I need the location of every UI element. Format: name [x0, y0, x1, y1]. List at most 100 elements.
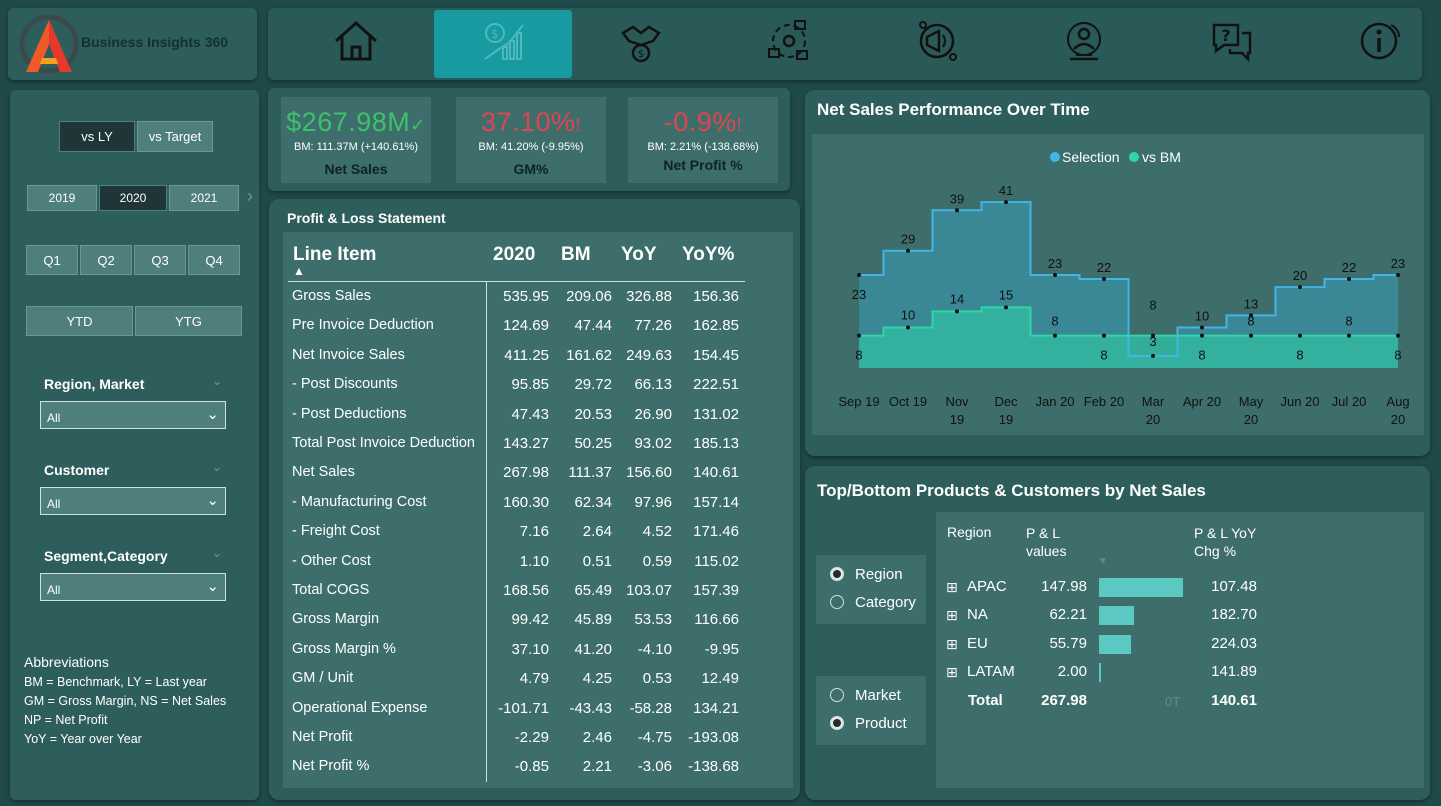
tb-row[interactable]: ⊞ LATAM 2.00 141.89	[936, 662, 1426, 691]
pl-row[interactable]: Net Profit -2.29 2.46 -4.75 -193.08	[283, 729, 793, 758]
pl-row[interactable]: - Other Cost 1.10 0.51 0.59 115.02	[283, 553, 793, 582]
finance-icon[interactable]: $	[476, 17, 530, 65]
benchmark-point	[955, 309, 959, 314]
tb-header-region[interactable]: Region	[947, 524, 991, 540]
tb-cell-chg: 182.70	[1211, 606, 1257, 624]
executive-icon[interactable]	[1057, 17, 1111, 65]
tb-header-chg[interactable]: P & L YoY Chg %	[1194, 524, 1256, 560]
pl-cell-bm: 20.53	[574, 405, 612, 423]
tb-cell-bar	[1099, 578, 1183, 597]
x-tick-label: Jun 20	[1280, 394, 1319, 409]
topbottom-title: Top/Bottom Products & Customers by Net S…	[817, 481, 1206, 500]
pl-row[interactable]: Net Profit % -0.85 2.21 -3.06 -138.68	[283, 758, 793, 787]
pl-row[interactable]: - Post Deductions 47.43 20.53 26.90 131.02	[283, 406, 793, 435]
expand-icon[interactable]: ⊞	[946, 636, 958, 653]
performance-chart[interactable]: 23 8 29 10 39 14 41 15 23 8 22 8 3 8 10 8 13 8 20 8 22 8 23 8 Se…	[812, 134, 1424, 435]
kpi-card-net-profit-pct[interactable]: -0.9%! BM: 2.21% (-138.68%) Net Profit %	[628, 97, 778, 183]
chevron-right-icon[interactable]: ›	[247, 186, 253, 207]
kpi-card-net-sales[interactable]: $267.98M✓ BM: 111.37M (+140.61%) Net Sal…	[281, 97, 431, 183]
selection-point	[906, 248, 910, 253]
marketing-icon[interactable]	[910, 17, 964, 65]
pl-cell-yoy-pct: 156.36	[693, 288, 739, 305]
radio-market[interactable]	[830, 688, 844, 702]
pl-row[interactable]: Total COGS 168.56 65.49 103.07 157.39	[283, 582, 793, 611]
radio-market-label[interactable]: Market	[855, 687, 901, 704]
tb-header-values[interactable]: P & L values	[1026, 524, 1066, 560]
sort-desc-icon[interactable]: ▼	[1098, 556, 1108, 567]
expand-icon[interactable]: ⊞	[946, 607, 958, 624]
pl-header-yoy-pct[interactable]: YoY%	[682, 244, 734, 266]
expand-icon[interactable]: ⊞	[946, 579, 958, 596]
vs-ly-button[interactable]: vs LY	[59, 121, 135, 152]
pl-header-year[interactable]: 2020	[493, 244, 535, 266]
region-filter-dropdown[interactable]: All ⌄	[40, 401, 226, 429]
radio-region-label[interactable]: Region	[855, 566, 903, 583]
segment-filter-dropdown[interactable]: All ⌄	[40, 573, 226, 601]
tb-cell-name: NA	[967, 606, 988, 624]
region-filter-chevron-icon[interactable]: ⌄	[212, 374, 222, 388]
pl-cell-line-item: Net Profit	[292, 729, 353, 745]
tb-cell-value: 62.21	[1049, 606, 1087, 624]
pl-row[interactable]: GM / Unit 4.79 4.25 0.53 12.49	[283, 670, 793, 699]
year-2020-button[interactable]: 2020	[99, 185, 167, 211]
pl-cell-yoy: 326.88	[626, 288, 672, 305]
pl-row[interactable]: Gross Sales 535.95 209.06 326.88 156.36	[283, 288, 793, 317]
sort-asc-icon[interactable]: ▲	[293, 264, 305, 278]
radio-region[interactable]	[830, 567, 844, 581]
pl-cell-yoy-pct: 154.45	[693, 346, 739, 364]
kpi-card-gm-pct[interactable]: 37.10%! BM: 41.20% (-9.95%) GM%	[456, 97, 606, 183]
sales-icon[interactable]: $	[614, 17, 668, 65]
segment-filter-chevron-icon[interactable]: ⌄	[212, 546, 222, 560]
quarter-q3-button[interactable]: Q3	[134, 245, 186, 275]
radio-product-label[interactable]: Product	[855, 715, 907, 732]
pl-cell-year: 4.79	[519, 670, 549, 688]
tb-row[interactable]: ⊞ APAC 147.98 107.48	[936, 578, 1426, 606]
pl-row[interactable]: Net Invoice Sales 411.25 161.62 249.63 154.4…	[283, 347, 793, 376]
pl-header-bm[interactable]: BM	[561, 244, 591, 266]
selection-point	[1396, 272, 1400, 277]
info-icon[interactable]	[1352, 17, 1406, 65]
selection-data-label: 23	[852, 287, 866, 302]
quarter-q2-button[interactable]: Q2	[80, 245, 132, 275]
expand-icon[interactable]: ⊞	[946, 664, 958, 681]
year-2021-button[interactable]: 2021	[169, 185, 239, 211]
benchmark-data-label: 10	[901, 308, 915, 323]
pl-cell-bm: 209.06	[566, 288, 612, 305]
pl-row[interactable]: Pre Invoice Deduction 124.69 47.44 77.26 162…	[283, 317, 793, 346]
pl-row[interactable]: Total Post Invoice Deduction 143.27 50.25 9…	[283, 435, 793, 464]
region-filter-value: All	[47, 411, 61, 425]
pl-header-line-item[interactable]: Line Item	[293, 244, 376, 266]
quarter-q4-button[interactable]: Q4	[188, 245, 240, 275]
ytd-button[interactable]: YTD	[26, 306, 133, 336]
benchmark-point	[857, 333, 861, 338]
home-icon[interactable]	[329, 17, 383, 65]
tb-row[interactable]: ⊞ EU 55.79 224.03	[936, 634, 1426, 663]
kpi-value: 37.10%!	[456, 107, 606, 138]
radio-category[interactable]	[830, 595, 844, 609]
pl-row[interactable]: Net Sales 267.98 111.37 156.60 140.61	[283, 464, 793, 493]
tb-row[interactable]: ⊞ NA 62.21 182.70	[936, 606, 1426, 634]
radio-product[interactable]	[830, 716, 844, 730]
pl-row[interactable]: - Manufacturing Cost 160.30 62.34 97.96 157.…	[283, 494, 793, 523]
customer-filter-dropdown[interactable]: All ⌄	[40, 487, 226, 515]
customer-filter-chevron-icon[interactable]: ⌄	[212, 460, 222, 474]
pl-cell-yoy-pct: 140.61	[693, 464, 739, 482]
ytg-button[interactable]: YTG	[135, 306, 242, 336]
vs-target-button[interactable]: vs Target	[137, 121, 213, 152]
quarter-q1-button[interactable]: Q1	[26, 245, 78, 275]
pl-header-yoy[interactable]: YoY	[621, 244, 657, 266]
radio-category-label[interactable]: Category	[855, 594, 916, 611]
supply-chain-icon[interactable]	[762, 17, 816, 65]
pl-row[interactable]: Gross Margin % 37.10 41.20 -4.10 -9.95	[283, 641, 793, 670]
pl-cell-yoy: 156.60	[626, 464, 672, 482]
support-icon[interactable]: ?	[1205, 17, 1259, 65]
tb-cell-chg: 141.89	[1211, 662, 1257, 680]
kpi-label: Net Profit %	[663, 157, 743, 173]
pl-row[interactable]: - Freight Cost 7.16 2.64 4.52 171.46	[283, 523, 793, 552]
year-2019-button[interactable]: 2019	[27, 185, 97, 211]
pl-row[interactable]: Operational Expense -101.71 -43.43 -58.28 13…	[283, 700, 793, 729]
pl-cell-year: 1.10	[519, 552, 549, 570]
pl-row[interactable]: Gross Margin 99.42 45.89 53.53 116.66	[283, 611, 793, 640]
pl-cell-yoy-pct: 12.49	[701, 670, 739, 688]
pl-row[interactable]: - Post Discounts 95.85 29.72 66.13 222.51	[283, 376, 793, 405]
